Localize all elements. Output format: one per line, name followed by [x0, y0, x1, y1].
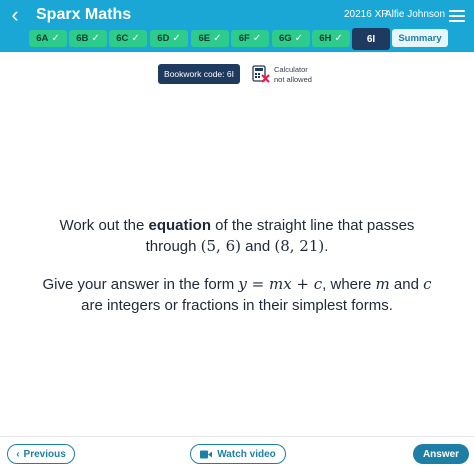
question-text: .: [324, 238, 329, 255]
tab-label: 6F: [238, 33, 250, 44]
answer-button[interactable]: Answer: [413, 444, 469, 464]
question-text: Work out the: [59, 217, 149, 234]
question-text: and: [389, 276, 424, 293]
calculator-status: Calculator not allowed: [274, 65, 312, 85]
check-icon: ✓: [172, 33, 181, 44]
question-text: , where: [322, 276, 376, 293]
question-paragraph-2: Give your answer in the form y = mx + c,…: [20, 274, 454, 316]
tab-label: 6E: [198, 33, 211, 44]
calculator-label: Calculator: [274, 65, 308, 74]
math-var: mx: [268, 275, 292, 293]
tab-6e[interactable]: 6E ✓: [191, 30, 229, 47]
watch-video-label: Watch video: [217, 448, 276, 460]
tab-label: 6G: [278, 33, 292, 44]
check-icon: ✓: [91, 33, 100, 44]
math-op: =: [246, 275, 269, 293]
tab-label: 6H: [319, 33, 332, 44]
tab-label: 6C: [116, 33, 129, 44]
question-text: and: [240, 238, 275, 255]
math-var: c: [423, 275, 432, 293]
check-icon: ✓: [51, 33, 60, 44]
previous-label: Previous: [23, 448, 66, 460]
tab-label: 6D: [157, 33, 170, 44]
question-text: Give your answer in the form: [42, 276, 239, 293]
calculator-not-allowed-icon: [252, 65, 270, 83]
tab-6c[interactable]: 6C ✓: [109, 30, 147, 47]
check-icon: ✓: [334, 33, 343, 44]
tab-6h[interactable]: 6H ✓: [312, 30, 350, 47]
question-paragraph-1: Work out the equation of the straight li…: [20, 215, 454, 257]
point-1: (5, 6): [200, 237, 241, 255]
xp-counter: 20216 XP: [344, 9, 388, 20]
user-name[interactable]: Alfie Johnson: [385, 9, 445, 20]
tab-6f[interactable]: 6F ✓: [231, 30, 269, 47]
tab-label: 6A: [36, 33, 49, 44]
question-text: through: [145, 238, 201, 255]
chevron-left-icon: ‹: [16, 448, 20, 460]
math-op: +: [291, 275, 314, 293]
watch-video-button[interactable]: Watch video: [190, 444, 286, 464]
video-camera-icon: [200, 450, 213, 458]
tab-6i[interactable]: 6I: [352, 28, 390, 50]
math-var: m: [375, 275, 390, 293]
app-title: Sparx Maths: [36, 6, 132, 23]
math-var: c: [313, 275, 323, 293]
math-var: y: [238, 275, 247, 293]
check-icon: ✓: [213, 33, 222, 44]
tab-6a[interactable]: 6A ✓: [29, 30, 67, 47]
check-icon: ✓: [294, 33, 304, 44]
point-2: (8, 21): [274, 237, 325, 255]
check-icon: ✓: [252, 33, 262, 44]
tab-6d[interactable]: 6D ✓: [150, 30, 188, 47]
hamburger-menu-icon[interactable]: [449, 7, 465, 23]
tab-label: 6B: [76, 33, 89, 44]
tab-summary[interactable]: Summary: [392, 29, 448, 47]
question-bold-term: equation: [148, 217, 211, 234]
footer-divider: [0, 436, 474, 437]
question-text: are integers or fractions in their simpl…: [81, 297, 393, 314]
calculator-restriction: not allowed: [274, 75, 312, 84]
previous-button[interactable]: ‹ Previous: [7, 444, 75, 464]
tab-6b[interactable]: 6B ✓: [69, 30, 107, 47]
question-text: of the straight line that passes: [210, 217, 415, 234]
check-icon: ✓: [131, 33, 140, 44]
back-chevron-icon[interactable]: ‹: [0, 0, 30, 30]
bookwork-code-badge: Bookwork code: 6I: [158, 64, 240, 84]
tab-6g[interactable]: 6G ✓: [272, 30, 310, 47]
